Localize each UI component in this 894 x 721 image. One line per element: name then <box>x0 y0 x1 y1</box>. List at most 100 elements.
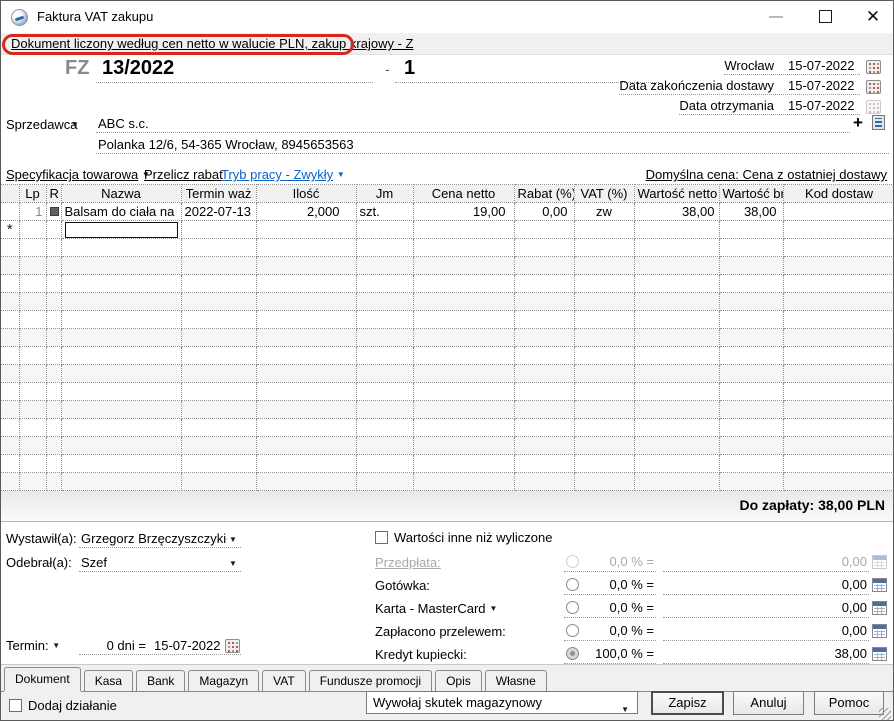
column-header[interactable]: VAT (%) <box>574 184 635 203</box>
empty-table-cell[interactable] <box>256 382 357 401</box>
empty-table-cell[interactable] <box>181 364 257 383</box>
doc-number-field[interactable]: 13/2022 <box>102 57 174 80</box>
table-cell[interactable] <box>413 220 515 239</box>
seller-address-field[interactable]: Polanka 12/6, 54-365 Wrocław, 8945653563 <box>98 137 354 152</box>
empty-table-cell[interactable] <box>413 310 515 329</box>
received-by-field[interactable]: Szef <box>81 555 227 570</box>
empty-table-cell[interactable] <box>46 454 62 473</box>
help-button[interactable]: Pomoc <box>814 691 884 715</box>
empty-table-cell[interactable] <box>634 472 720 491</box>
empty-table-cell[interactable] <box>256 328 357 347</box>
empty-table-cell[interactable] <box>1 454 20 473</box>
table-cell[interactable] <box>61 220 182 239</box>
calculator-icon[interactable] <box>872 624 887 638</box>
empty-table-cell[interactable] <box>783 274 893 293</box>
add-action-checkbox[interactable] <box>9 699 22 712</box>
empty-table-cell[interactable] <box>1 472 20 491</box>
empty-table-cell[interactable] <box>19 436 47 455</box>
empty-table-cell[interactable] <box>61 292 182 311</box>
empty-table-cell[interactable] <box>19 346 47 365</box>
empty-table-cell[interactable] <box>256 310 357 329</box>
empty-table-cell[interactable] <box>413 472 515 491</box>
empty-table-cell[interactable] <box>46 238 62 257</box>
empty-table-cell[interactable] <box>634 238 720 257</box>
column-header[interactable]: Termin waż <box>181 184 257 203</box>
payment-amount-field[interactable]: 0,00 <box>663 577 869 595</box>
column-header[interactable]: Wartość brut <box>719 184 784 203</box>
seller-list-icon[interactable] <box>872 115 885 130</box>
empty-table-cell[interactable] <box>256 454 357 473</box>
table-cell[interactable]: 0,00 <box>514 202 575 221</box>
empty-table-cell[interactable] <box>634 310 720 329</box>
empty-table-cell[interactable] <box>413 436 515 455</box>
empty-table-cell[interactable] <box>46 346 62 365</box>
tab-magazyn[interactable]: Magazyn <box>188 670 260 691</box>
empty-table-cell[interactable] <box>1 310 20 329</box>
term-label[interactable]: Termin: ▼ <box>6 638 60 653</box>
empty-table-cell[interactable] <box>719 454 784 473</box>
empty-table-cell[interactable] <box>574 292 635 311</box>
empty-table-cell[interactable] <box>574 274 635 293</box>
empty-table-cell[interactable] <box>634 382 720 401</box>
payment-amount-field[interactable]: 38,00 <box>663 646 869 664</box>
empty-table-cell[interactable] <box>413 454 515 473</box>
cancel-button[interactable]: Anuluj <box>733 691 804 715</box>
empty-table-cell[interactable] <box>256 436 357 455</box>
table-cell[interactable] <box>719 220 784 239</box>
table-cell[interactable] <box>46 220 62 239</box>
term-days-field[interactable]: 0 dni = <box>86 638 146 653</box>
empty-table-cell[interactable] <box>19 328 47 347</box>
calculator-icon[interactable] <box>872 555 887 569</box>
empty-table-cell[interactable] <box>356 382 414 401</box>
payment-radio[interactable] <box>566 601 579 614</box>
empty-table-cell[interactable] <box>783 382 893 401</box>
term-date-field[interactable]: 15-07-2022 <box>154 638 221 653</box>
empty-table-cell[interactable] <box>61 274 182 293</box>
specification-menu[interactable]: Specyfikacja towarowa ▼ <box>6 167 150 182</box>
empty-table-cell[interactable] <box>1 436 20 455</box>
table-cell[interactable] <box>514 220 575 239</box>
empty-table-cell[interactable] <box>356 310 414 329</box>
empty-table-cell[interactable] <box>719 238 784 257</box>
empty-table-cell[interactable] <box>634 256 720 275</box>
empty-table-cell[interactable] <box>574 364 635 383</box>
empty-table-cell[interactable] <box>634 328 720 347</box>
column-header[interactable]: Cena netto <box>413 184 515 203</box>
tab-własne[interactable]: Własne <box>484 670 547 691</box>
empty-table-cell[interactable] <box>46 328 62 347</box>
empty-table-cell[interactable] <box>19 310 47 329</box>
empty-table-cell[interactable] <box>413 292 515 311</box>
empty-table-cell[interactable] <box>181 274 257 293</box>
empty-table-cell[interactable] <box>19 364 47 383</box>
empty-table-cell[interactable] <box>783 328 893 347</box>
calendar-icon[interactable] <box>866 59 881 74</box>
empty-table-cell[interactable] <box>413 256 515 275</box>
issue-date-field[interactable]: 15-07-2022 <box>788 58 860 73</box>
received-by-dropdown-icon[interactable]: ▼ <box>229 559 237 568</box>
payment-radio[interactable] <box>566 647 579 660</box>
empty-table-cell[interactable] <box>514 436 575 455</box>
empty-table-cell[interactable] <box>413 238 515 257</box>
empty-table-cell[interactable] <box>46 256 62 275</box>
table-cell[interactable]: 2,000 <box>256 202 357 221</box>
empty-table-cell[interactable] <box>256 256 357 275</box>
empty-table-cell[interactable] <box>46 292 62 311</box>
empty-table-cell[interactable] <box>574 256 635 275</box>
seller-dropdown-icon[interactable]: ▼ <box>71 120 79 129</box>
tab-bank[interactable]: Bank <box>136 670 186 691</box>
tab-kasa[interactable]: Kasa <box>83 670 134 691</box>
empty-table-cell[interactable] <box>1 418 20 437</box>
empty-table-cell[interactable] <box>256 274 357 293</box>
column-header[interactable]: R <box>46 184 62 203</box>
empty-table-cell[interactable] <box>256 472 357 491</box>
empty-table-cell[interactable] <box>574 310 635 329</box>
empty-table-cell[interactable] <box>1 328 20 347</box>
table-cell[interactable]: 38,00 <box>634 202 720 221</box>
empty-table-cell[interactable] <box>783 472 893 491</box>
empty-table-cell[interactable] <box>46 400 62 419</box>
empty-table-cell[interactable] <box>46 274 62 293</box>
empty-table-cell[interactable] <box>61 256 182 275</box>
issued-by-field[interactable]: Grzegorz Brzęczyszczykiewicz <box>81 531 227 546</box>
table-cell[interactable] <box>19 220 47 239</box>
tab-vat[interactable]: VAT <box>262 670 306 691</box>
